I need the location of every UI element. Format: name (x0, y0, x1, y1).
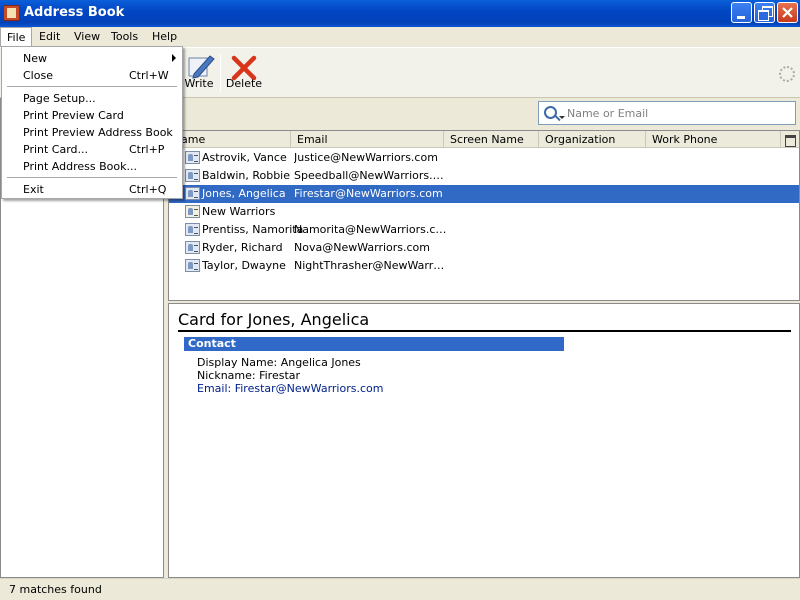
column-header: ame Email Screen Name Organization Work … (169, 131, 799, 148)
menu-item-label: Exit (23, 183, 44, 196)
menu-item-label: Print Preview Card (23, 109, 124, 122)
contact-email: Firestar@NewWarriors.com (294, 187, 443, 200)
menu-item-label: New (23, 52, 47, 65)
submenu-arrow-icon (172, 54, 176, 62)
column-work-phone[interactable]: Work Phone (646, 131, 781, 148)
menu-item-print-preview-card[interactable]: Print Preview Card (2, 107, 182, 124)
throbber-icon (779, 66, 795, 82)
card-title: Card for Jones, Angelica (178, 310, 791, 332)
toolbar-separator (220, 54, 221, 92)
menu-item-label: Print Address Book... (23, 160, 137, 173)
delete-button[interactable]: Delete (225, 52, 263, 96)
menu-item-print-preview-address-book[interactable]: Print Preview Address Book (2, 124, 182, 141)
menu-tools[interactable]: Tools (105, 27, 144, 47)
column-screen-name[interactable]: Screen Name (444, 131, 539, 148)
contact-name: New Warriors (202, 205, 276, 218)
contact-email: Namorita@NewWarriors.c… (294, 223, 446, 236)
contact-row[interactable]: Prentiss, Namorita Namorita@NewWarriors.c… (169, 221, 799, 239)
write-label: Write (184, 77, 214, 90)
contact-row[interactable]: Ryder, Richard Nova@NewWarriors.com (169, 239, 799, 257)
menu-item-shortcut: Ctrl+P (129, 143, 165, 156)
display-name-field: Display Name: Angelica Jones (197, 356, 361, 369)
contact-card-icon (185, 259, 200, 272)
mailing-list-icon (185, 205, 200, 218)
contact-email: Justice@NewWarriors.com (294, 151, 438, 164)
menu-item-print-card[interactable]: Print Card... Ctrl+P (2, 141, 182, 158)
menu-item-label: Print Card... (23, 143, 89, 156)
email-link[interactable]: Email: Firestar@NewWarriors.com (197, 382, 383, 395)
menu-separator (7, 86, 177, 87)
contact-row[interactable]: Baldwin, Robbie Speedball@NewWarriors.… (169, 167, 799, 185)
search-icon[interactable] (544, 106, 557, 119)
write-icon (188, 55, 215, 79)
contact-email: NightThrasher@NewWarr… (294, 259, 445, 272)
contact-card-icon (185, 187, 200, 200)
close-icon (782, 7, 793, 18)
window-title: Address Book (24, 5, 125, 20)
menu-edit[interactable]: Edit (33, 27, 66, 47)
search-dropdown-icon[interactable] (559, 116, 565, 119)
column-email[interactable]: Email (291, 131, 444, 148)
menu-item-label: Close (23, 69, 53, 82)
menu-view[interactable]: View (68, 27, 106, 47)
file-menu-dropdown: New Close Ctrl+W Page Setup... Print Pre… (1, 46, 183, 199)
contact-name: Ryder, Richard (202, 241, 283, 254)
delete-label: Delete (225, 77, 263, 90)
menu-item-print-address-book[interactable]: Print Address Book... (2, 158, 182, 175)
contact-rows: Astrovik, Vance Justice@NewWarriors.com Ba… (169, 149, 799, 275)
restore-button[interactable] (754, 2, 775, 23)
contact-section-header: Contact (184, 337, 564, 351)
menu-item-page-setup[interactable]: Page Setup... (2, 90, 182, 107)
contact-card-icon (185, 241, 200, 254)
menu-item-shortcut: Ctrl+Q (129, 183, 167, 196)
contact-name: Baldwin, Robbie (202, 169, 291, 182)
contact-name: Taylor, Dwayne (202, 259, 286, 272)
menu-item-exit[interactable]: Exit Ctrl+Q (2, 181, 182, 198)
contact-row[interactable]: Astrovik, Vance Justice@NewWarriors.com (169, 149, 799, 167)
write-button[interactable]: Write (180, 52, 218, 96)
contact-email: Speedball@NewWarriors.… (294, 169, 444, 182)
close-window-button[interactable] (777, 2, 798, 23)
contact-name: Jones, Angelica (202, 187, 286, 200)
card-view-pane: Card for Jones, Angelica Contact Display… (168, 303, 800, 578)
search-box[interactable] (538, 101, 796, 125)
contact-card-icon (185, 169, 200, 182)
menu-item-close[interactable]: Close Ctrl+W (2, 67, 182, 84)
menu-item-new[interactable]: New (2, 50, 182, 67)
menu-bar: File Edit View Tools Help (0, 27, 800, 47)
menu-item-label: Print Preview Address Book (23, 126, 173, 139)
column-organization[interactable]: Organization (539, 131, 646, 148)
contact-row[interactable]: Jones, Angelica Firestar@NewWarriors.com (169, 185, 799, 203)
contact-card-icon (185, 151, 200, 164)
status-text: 7 matches found (9, 583, 102, 596)
contact-name: Prentiss, Namorita (202, 223, 304, 236)
status-bar: 7 matches found (0, 578, 800, 600)
menu-separator (7, 177, 177, 178)
results-tree[interactable]: ame Email Screen Name Organization Work … (168, 130, 800, 301)
minimize-button[interactable] (731, 2, 752, 23)
contact-card-icon (185, 223, 200, 236)
title-bar[interactable]: Address Book (0, 0, 800, 27)
contact-row[interactable]: Taylor, Dwayne NightThrasher@NewWarr… (169, 257, 799, 275)
column-picker-icon[interactable] (781, 131, 799, 148)
contact-row[interactable]: New Warriors (169, 203, 799, 221)
contact-email: Nova@NewWarriors.com (294, 241, 430, 254)
contact-name: Astrovik, Vance (202, 151, 287, 164)
search-input[interactable] (567, 104, 791, 122)
column-name[interactable]: ame (169, 131, 291, 148)
nickname-field: Nickname: Firestar (197, 369, 301, 382)
menu-file[interactable]: File (0, 27, 33, 47)
app-icon[interactable] (3, 5, 20, 21)
menu-help[interactable]: Help (146, 27, 183, 47)
menu-item-label: Page Setup... (23, 92, 96, 105)
menu-item-shortcut: Ctrl+W (129, 69, 169, 82)
